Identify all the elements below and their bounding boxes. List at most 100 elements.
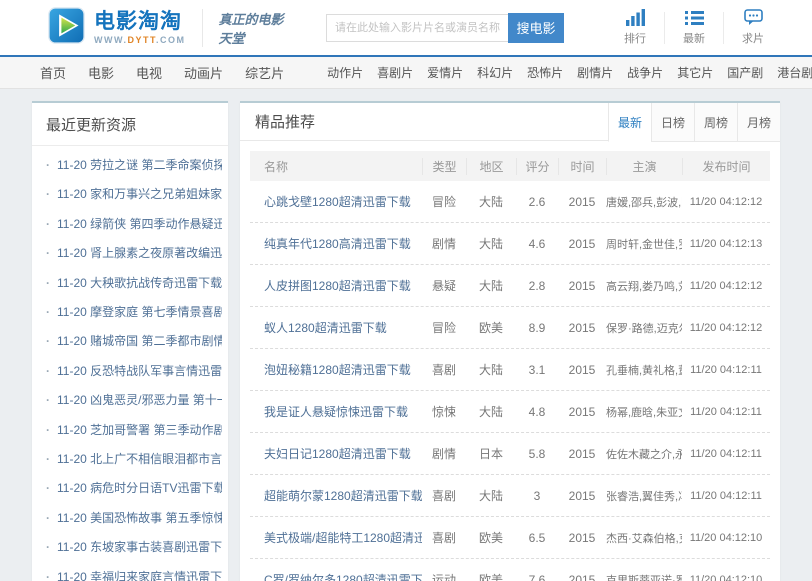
type-cell: 剧情 — [422, 445, 466, 462]
movie-title-link[interactable]: 心跳戈壁1280超清迅雷下载 — [250, 193, 422, 210]
resource-link[interactable]: 11-20 东坡家事古装喜剧迅雷下载 — [57, 540, 222, 554]
nav-primary-link[interactable]: 电视 — [136, 66, 162, 81]
pubdate-cell: 11/20 04:12:11 — [682, 406, 770, 418]
resource-link[interactable]: 11-20 北上广不相信眼泪都市言情迅雷... — [57, 452, 222, 466]
pubdate-cell: 11/20 04:12:12 — [682, 322, 770, 334]
region-cell: 日本 — [466, 445, 516, 462]
quicklink-label: 求片 — [742, 30, 764, 46]
table-body: 心跳戈壁1280超清迅雷下载冒险大陆2.62015唐嫒,邵兵,彭波,陈正华,伊利… — [250, 181, 770, 581]
column-header: 发布时间 — [682, 158, 770, 175]
type-cell: 运动 — [422, 571, 466, 581]
region-cell: 大陆 — [466, 403, 516, 420]
resource-link[interactable]: 11-20 绿箭侠 第四季动作悬疑迅雷下 — [57, 217, 222, 231]
stars-cell: 佐佐木藏之介,永作博美,佐藤仁美, — [606, 446, 682, 462]
quicklink-request[interactable]: 求片 — [724, 9, 782, 46]
page-content: 最近更新资源 11-20 劳拉之谜 第二季命案侦探迅雷 11-20 家和万事兴之兄… — [0, 89, 812, 581]
movie-title-link[interactable]: 超能萌尔蒙1280超清迅雷下载 — [250, 487, 422, 504]
nav-primary-link[interactable]: 首页 — [40, 66, 66, 81]
region-cell: 欧美 — [466, 529, 516, 546]
movie-title-link[interactable]: 人皮拼图1280超清迅雷下载 — [250, 277, 422, 294]
list-item: 11-20 北上广不相信眼泪都市言情迅雷... — [46, 445, 222, 474]
table-row: 美式极端/超能特工1280超清迅雷喜剧欧美6.52015杰西·艾森伯格,克里斯汀… — [250, 517, 770, 559]
table-row: C罗/罗纳尔多1280超清迅雷下载运动欧美7.62015克里斯蒂亚诺·罗纳尔多,… — [250, 559, 770, 581]
header-quick-links: 排行 最新 求片 — [606, 9, 782, 46]
site-logo[interactable]: 电影淘淘 WWW.DYTT.COM — [48, 7, 186, 49]
region-cell: 大陆 — [466, 361, 516, 378]
movie-title-link[interactable]: 纯真年代1280高清迅雷下载 — [250, 235, 422, 252]
quicklink-ranking[interactable]: 排行 — [606, 9, 664, 46]
nav-primary-link[interactable]: 综艺片 — [245, 66, 284, 81]
nav-genre-link[interactable]: 国产剧 — [727, 66, 763, 80]
quicklink-latest[interactable]: 最新 — [665, 9, 723, 46]
table-row: 泡妞秘籍1280超清迅雷下载喜剧大陆3.12015孔垂楠,黄礼格,董玉峰,贾征宇… — [250, 349, 770, 391]
column-header: 名称 — [250, 158, 422, 175]
nav-genre-link[interactable]: 港台剧 — [777, 66, 812, 80]
list-item: 11-20 肾上腺素之夜原著改编迅雷下载 — [46, 239, 222, 268]
stars-cell: 杰西·艾森伯格,克里斯汀·斯图尔 — [606, 530, 682, 546]
resource-link[interactable]: 11-20 凶鬼恶灵/邪恶力量 第十一季魔... — [57, 393, 222, 407]
resource-link[interactable]: 11-20 大秧歌抗战传奇迅雷下载 — [57, 276, 222, 290]
main-nav: 首页 电影 电视 动画片 综艺片 动作片喜剧片爱情片科幻片恐怖片剧情片战争片其它片国产剧… — [0, 57, 812, 89]
resource-link[interactable]: 11-20 美国恐怖故事 第五季惊悚悬疑 — [57, 511, 222, 525]
featured-header: 精品推荐 最新日榜周榜月榜 — [240, 103, 780, 141]
score-cell: 7.6 — [516, 573, 558, 581]
resource-link[interactable]: 11-20 家和万事兴之兄弟姐妹家庭情感... — [57, 187, 222, 201]
table-row: 纯真年代1280高清迅雷下载剧情大陆4.62015周时轩,金世佳,罗湘晋,刘宣迪… — [250, 223, 770, 265]
list-item: 11-20 芝加哥警署 第三季动作剧情迅 — [46, 416, 222, 445]
nav-genre-link[interactable]: 其它片 — [677, 66, 713, 80]
list-item: 11-20 东坡家事古装喜剧迅雷下载 — [46, 533, 222, 562]
resource-link[interactable]: 11-20 反恐特战队军事言情迅雷下载 — [57, 364, 222, 378]
resource-link[interactable]: 11-20 芝加哥警署 第三季动作剧情迅 — [57, 423, 222, 437]
pubdate-cell: 11/20 04:12:10 — [682, 574, 770, 581]
movie-title-link[interactable]: C罗/罗纳尔多1280超清迅雷下载 — [250, 571, 422, 581]
nav-genre-link[interactable]: 科幻片 — [477, 66, 513, 80]
score-cell: 3 — [516, 489, 558, 503]
list-item: 11-20 赌城帝国 第二季都市剧情迅雷 — [46, 327, 222, 356]
tab-inactive[interactable]: 周榜 — [694, 103, 737, 142]
ranking-bars-icon — [626, 9, 645, 26]
pubdate-cell: 11/20 04:12:12 — [682, 280, 770, 292]
recent-updates-title: 最近更新资源 — [32, 103, 228, 146]
nav-genre-link[interactable]: 动作片 — [327, 66, 363, 80]
movie-title-link[interactable]: 我是证人悬疑惊悚迅雷下载 — [250, 403, 422, 420]
year-cell: 2015 — [558, 405, 606, 419]
tab-active[interactable]: 最新 — [608, 103, 651, 142]
movie-title-link[interactable]: 蚁人1280超清迅雷下载 — [250, 319, 422, 336]
list-item: 11-20 家和万事兴之兄弟姐妹家庭情感... — [46, 180, 222, 209]
recent-updates-list: 11-20 劳拉之谜 第二季命案侦探迅雷 11-20 家和万事兴之兄弟姐妹家庭情感… — [32, 146, 228, 581]
movie-title-link[interactable]: 泡妞秘籍1280超清迅雷下载 — [250, 361, 422, 378]
recent-updates-panel: 最近更新资源 11-20 劳拉之谜 第二季命案侦探迅雷 11-20 家和万事兴之兄… — [32, 101, 228, 581]
nav-genre-link[interactable]: 战争片 — [627, 66, 663, 80]
nav-primary-link[interactable]: 电影 — [88, 66, 114, 81]
nav-genre-link[interactable]: 剧情片 — [577, 66, 613, 80]
resource-link[interactable]: 11-20 肾上腺素之夜原著改编迅雷下载 — [57, 246, 222, 260]
column-header: 时间 — [558, 158, 606, 175]
tab-inactive[interactable]: 月榜 — [737, 103, 780, 142]
score-cell: 5.8 — [516, 447, 558, 461]
nav-genres-group: 动作片喜剧片爱情片科幻片恐怖片剧情片战争片其它片国产剧港台剧欧美剧日韩剧 — [320, 64, 812, 82]
year-cell: 2015 — [558, 237, 606, 251]
resource-link[interactable]: 11-20 摩登家庭 第七季情景喜剧迅雷 — [57, 305, 222, 319]
nav-primary-link[interactable]: 动画片 — [184, 66, 223, 81]
list-item: 11-20 大秧歌抗战传奇迅雷下载 — [46, 269, 222, 298]
resource-link[interactable]: 11-20 幸福归来家庭言情迅雷下载 — [57, 570, 222, 581]
resource-link[interactable]: 11-20 病危时分日语TV迅雷下载 — [57, 481, 222, 495]
movie-title-link[interactable]: 美式极端/超能特工1280超清迅雷 — [250, 529, 422, 546]
type-cell: 剧情 — [422, 235, 466, 252]
movie-title-link[interactable]: 夫妇日记1280超清迅雷下载 — [250, 445, 422, 462]
resource-link[interactable]: 11-20 劳拉之谜 第二季命案侦探迅雷 — [57, 158, 222, 172]
nav-genre-link[interactable]: 恐怖片 — [527, 66, 563, 80]
tab-inactive[interactable]: 日榜 — [651, 103, 694, 142]
nav-genre-link[interactable]: 喜剧片 — [377, 66, 413, 80]
search-input[interactable] — [326, 14, 508, 42]
request-comment-icon — [744, 9, 763, 26]
score-cell: 3.1 — [516, 363, 558, 377]
quicklink-label: 排行 — [624, 30, 646, 46]
site-header: 电影淘淘 WWW.DYTT.COM 真正的电影天堂 搜电影 排行 — [0, 0, 812, 57]
stars-cell: 克里斯蒂亚诺·罗纳尔多, — [606, 572, 682, 581]
search-movie-button[interactable]: 搜电影 — [508, 13, 564, 43]
column-header: 评分 — [516, 158, 558, 175]
nav-genre-link[interactable]: 爱情片 — [427, 66, 463, 80]
resource-link[interactable]: 11-20 赌城帝国 第二季都市剧情迅雷 — [57, 334, 222, 348]
region-cell: 欧美 — [466, 571, 516, 581]
